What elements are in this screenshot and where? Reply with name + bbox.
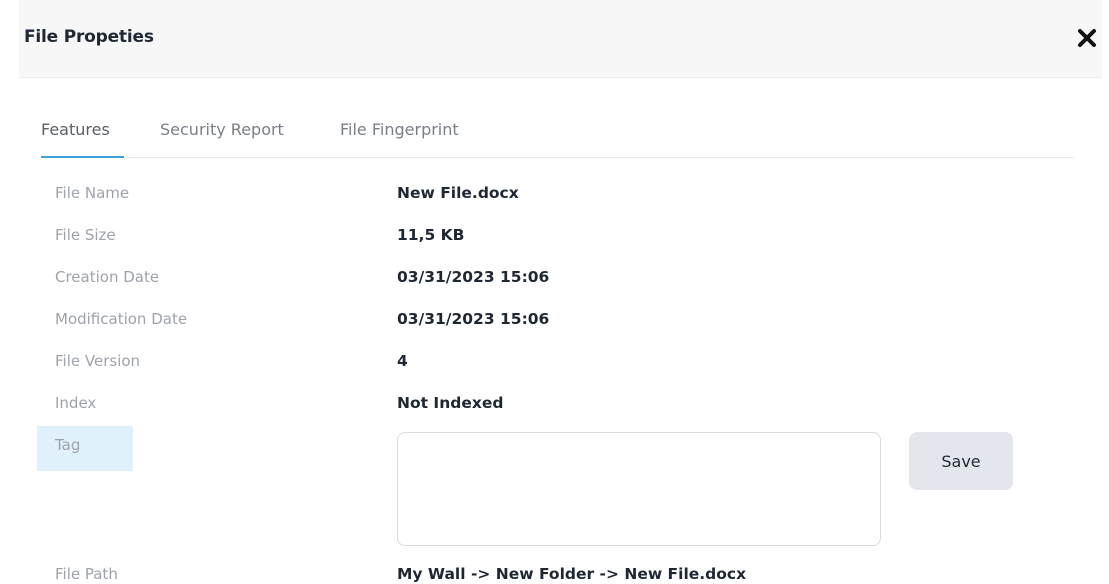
- tag-label-highlight: [37, 426, 133, 471]
- file-path-value: My Wall -> New Folder -> New File.docx: [397, 565, 747, 583]
- tab-security-report-label: Security Report: [160, 120, 284, 139]
- creation-date-value: 03/31/2023 15:06: [397, 268, 550, 286]
- tab-features[interactable]: Features: [41, 120, 124, 158]
- tag-label: Tag: [55, 436, 81, 454]
- dialog-title: File Propeties: [24, 27, 154, 47]
- dialog-header: File Propeties: [19, 0, 1102, 78]
- close-icon: [1078, 29, 1096, 47]
- file-version-label: File Version: [55, 352, 141, 370]
- tab-bar: Features Security Report File Fingerprin…: [41, 120, 1074, 158]
- modification-date-label: Modification Date: [55, 310, 188, 328]
- file-properties-dialog: File Propeties Features Security Report …: [0, 0, 1109, 584]
- file-size-label: File Size: [55, 226, 116, 244]
- active-tab-indicator: [41, 156, 124, 158]
- tab-file-fingerprint-label: File Fingerprint: [340, 120, 459, 139]
- tab-security-report[interactable]: Security Report: [160, 120, 284, 157]
- index-value: Not Indexed: [397, 394, 504, 412]
- file-path-label: File Path: [55, 565, 118, 583]
- modification-date-value: 03/31/2023 15:06: [397, 310, 550, 328]
- tab-file-fingerprint[interactable]: File Fingerprint: [340, 120, 459, 157]
- creation-date-label: Creation Date: [55, 268, 160, 286]
- tab-features-label: Features: [41, 120, 110, 139]
- tag-input[interactable]: [397, 432, 881, 546]
- save-button[interactable]: Save: [909, 432, 1013, 490]
- file-name-value: New File.docx: [397, 184, 519, 202]
- file-name-label: File Name: [55, 184, 130, 202]
- index-label: Index: [55, 394, 97, 412]
- file-size-value: 11,5 KB: [397, 226, 465, 244]
- file-version-value: 4: [397, 352, 408, 370]
- close-button[interactable]: [1076, 27, 1098, 49]
